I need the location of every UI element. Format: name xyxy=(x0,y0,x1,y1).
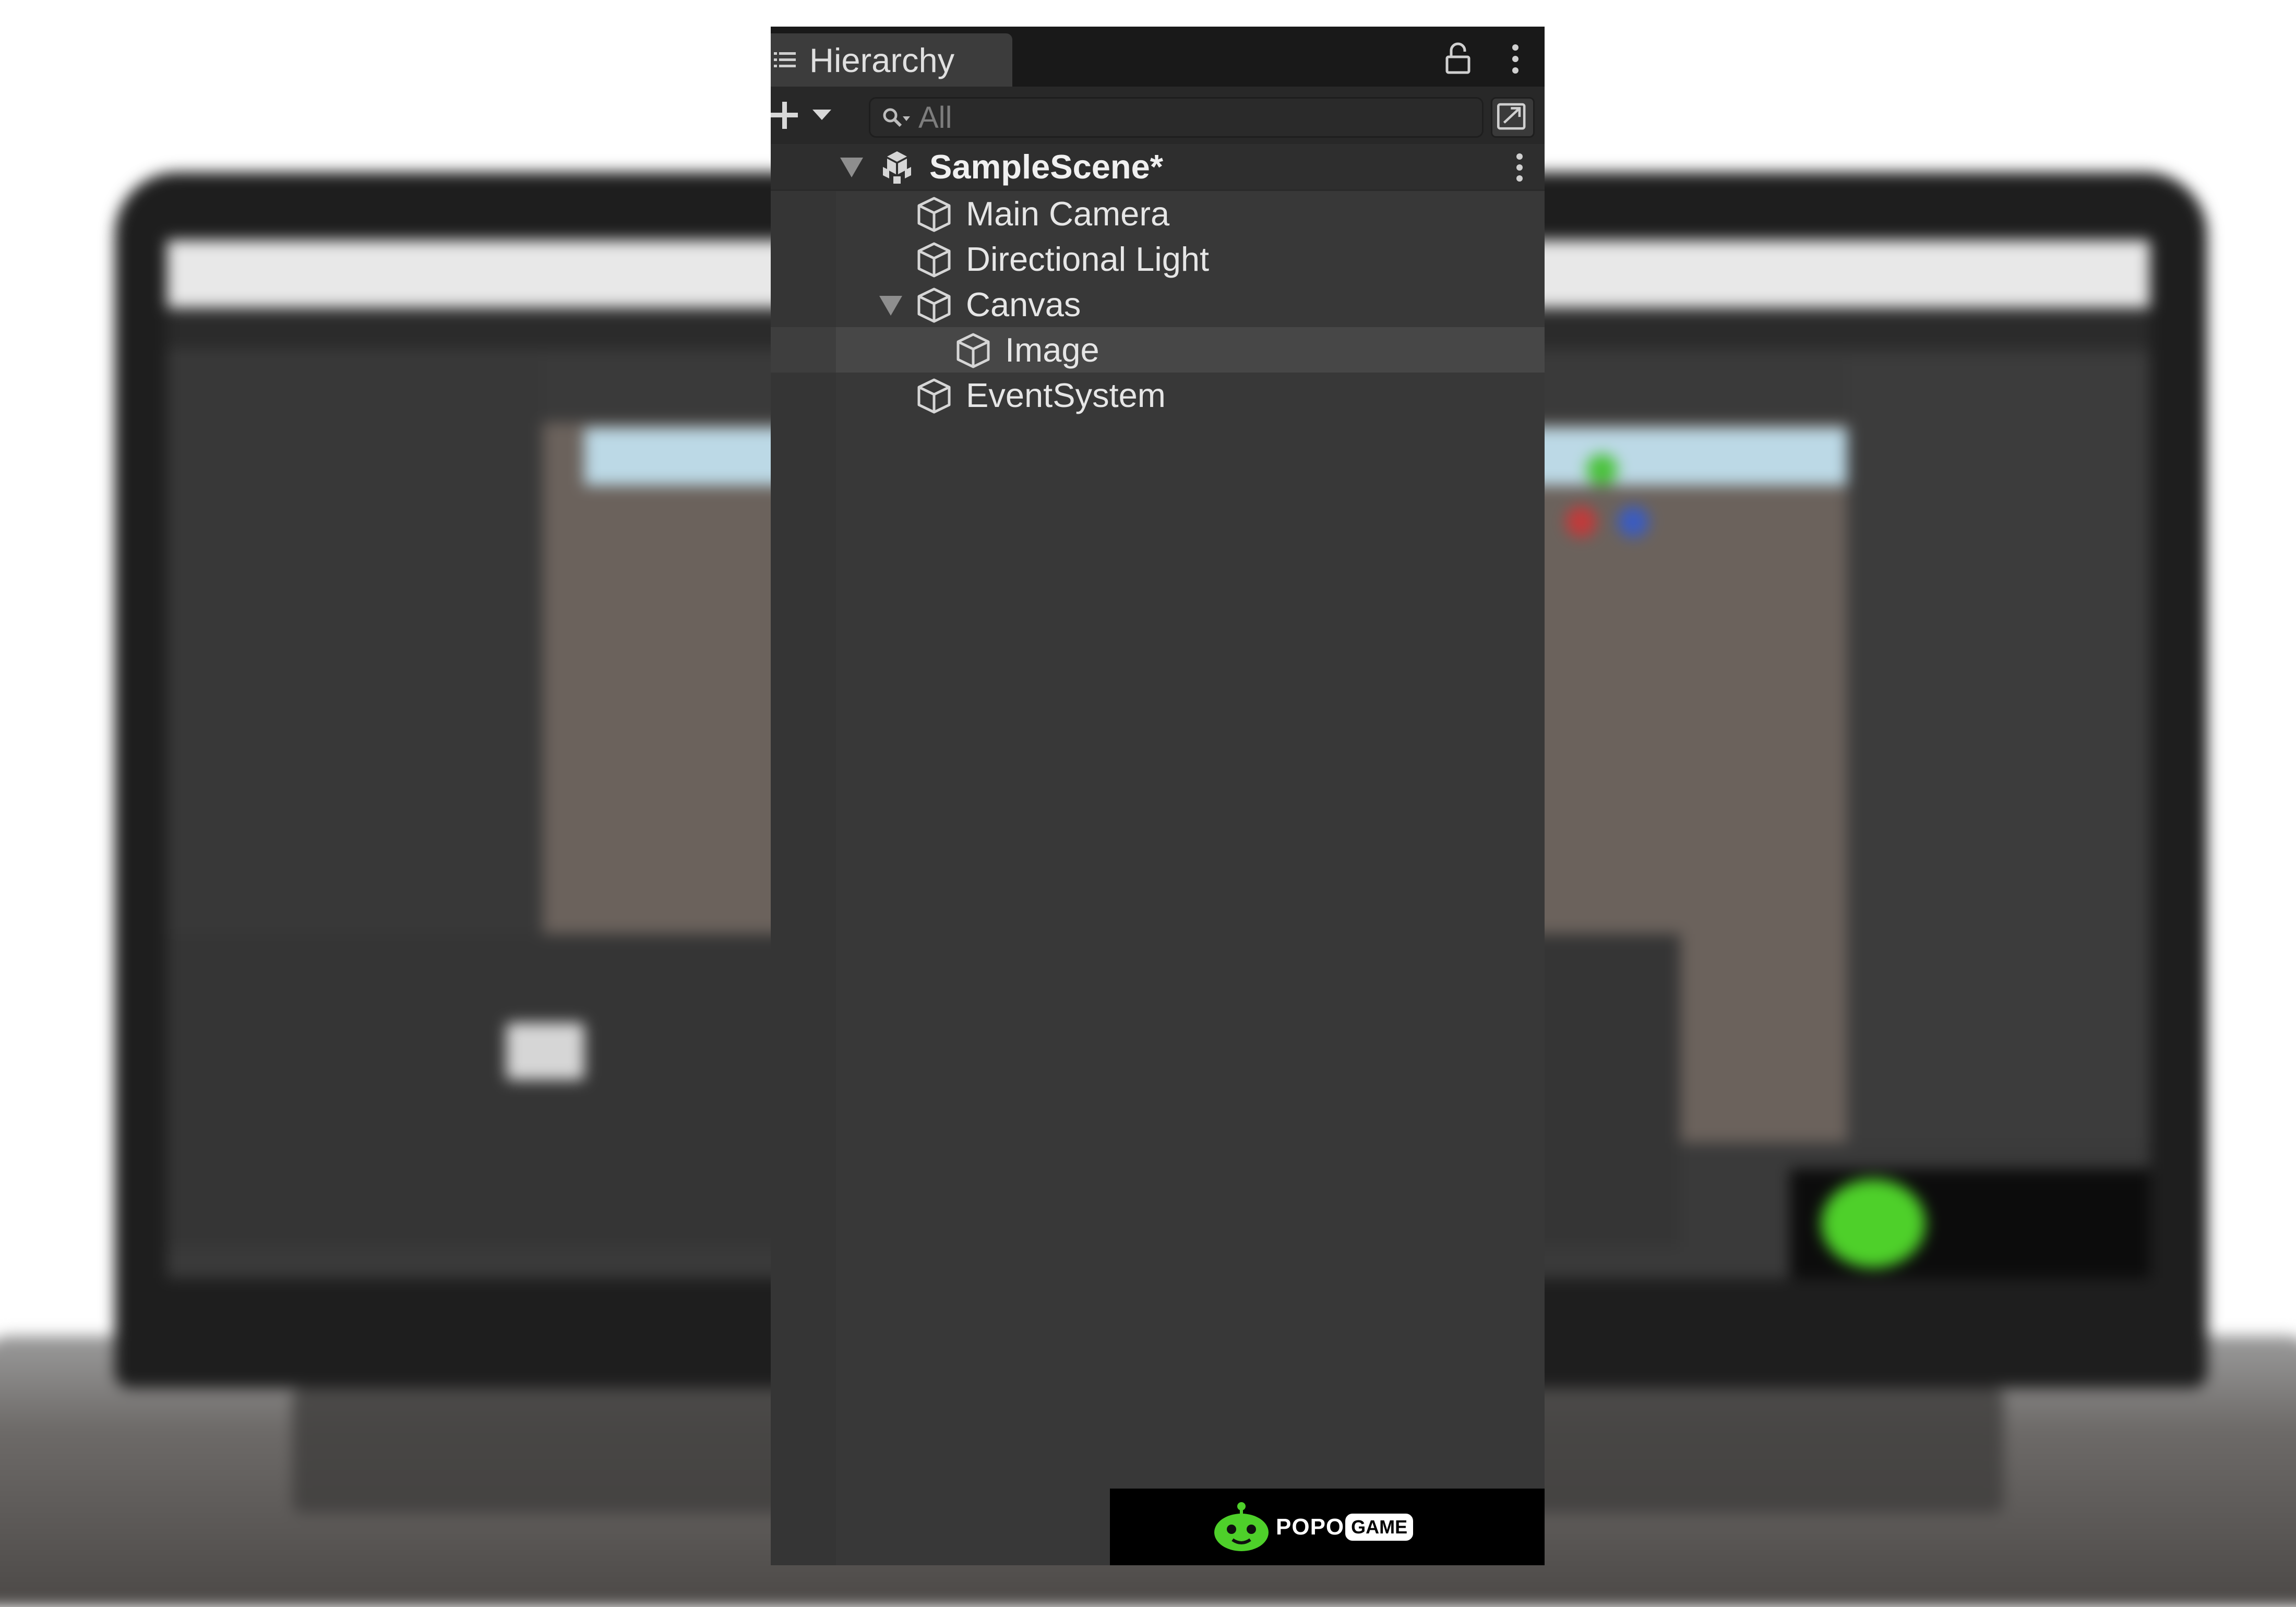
folder-icon xyxy=(506,1023,584,1080)
list-icon xyxy=(774,52,796,67)
hierarchy-panel: Hierarchy All SampleScene* Main Camera D… xyxy=(771,27,1545,1565)
cube-icon xyxy=(917,242,951,278)
scene-name: SampleScene* xyxy=(929,148,1164,186)
screen-game-sky xyxy=(1524,428,1847,485)
hierarchy-tree: SampleScene* Main Camera Directional Lig… xyxy=(771,144,1545,1565)
expand-window-button[interactable] xyxy=(1491,97,1535,138)
hierarchy-item-image[interactable]: Image xyxy=(771,327,1545,373)
tab-title: Hierarchy xyxy=(809,41,955,79)
gizmo-x-axis xyxy=(1565,506,1597,537)
hierarchy-item-canvas[interactable]: Canvas xyxy=(771,282,1545,327)
cube-icon xyxy=(917,287,951,323)
selection-gutter xyxy=(771,327,836,373)
scene-kebab-menu-icon[interactable] xyxy=(1512,151,1527,184)
foldout-expanded-icon[interactable] xyxy=(879,296,902,316)
search-icon xyxy=(883,108,910,127)
expand-window-icon xyxy=(1497,103,1526,130)
hierarchy-item-directional-light[interactable]: Directional Light xyxy=(771,236,1545,282)
item-label: Main Camera xyxy=(966,195,1170,233)
unity-scene-icon xyxy=(883,151,911,184)
lock-icon[interactable] xyxy=(1444,42,1472,76)
triangle-down-icon xyxy=(812,110,831,120)
gizmo-z-axis xyxy=(1618,506,1649,537)
kebab-menu-icon[interactable] xyxy=(1508,42,1523,76)
cube-icon xyxy=(917,197,951,232)
foldout-expanded-icon[interactable] xyxy=(840,158,863,177)
item-label: Directional Light xyxy=(966,240,1210,278)
hierarchy-item-event-system[interactable]: EventSystem xyxy=(771,373,1545,418)
search-field[interactable] xyxy=(869,97,1484,138)
hierarchy-toolbar xyxy=(771,87,1545,144)
scene-row[interactable]: SampleScene* xyxy=(771,144,1545,191)
popogame-mascot-icon xyxy=(1214,1502,1269,1551)
cube-icon xyxy=(917,378,951,414)
tab-hierarchy[interactable]: Hierarchy xyxy=(771,33,1012,87)
screen-inspector-panel xyxy=(1847,360,2150,1143)
tab-strip: Hierarchy xyxy=(771,27,1545,87)
logo-brand-text: POPO xyxy=(1276,1514,1345,1540)
gizmo-y-axis xyxy=(1586,454,1618,485)
item-label: EventSystem xyxy=(966,376,1166,414)
item-label: Image xyxy=(1005,331,1099,369)
popogame-logo: POPO GAME xyxy=(1110,1489,1545,1565)
cube-icon xyxy=(956,333,990,368)
logo-brand-tag: GAME xyxy=(1345,1513,1414,1541)
search-input[interactable] xyxy=(918,101,1472,134)
plus-icon xyxy=(771,102,798,129)
create-dropdown-button[interactable] xyxy=(771,97,839,134)
hierarchy-item-main-camera[interactable]: Main Camera xyxy=(771,191,1545,236)
screen-logo-mascot xyxy=(1821,1179,1926,1268)
item-label: Canvas xyxy=(966,285,1081,323)
